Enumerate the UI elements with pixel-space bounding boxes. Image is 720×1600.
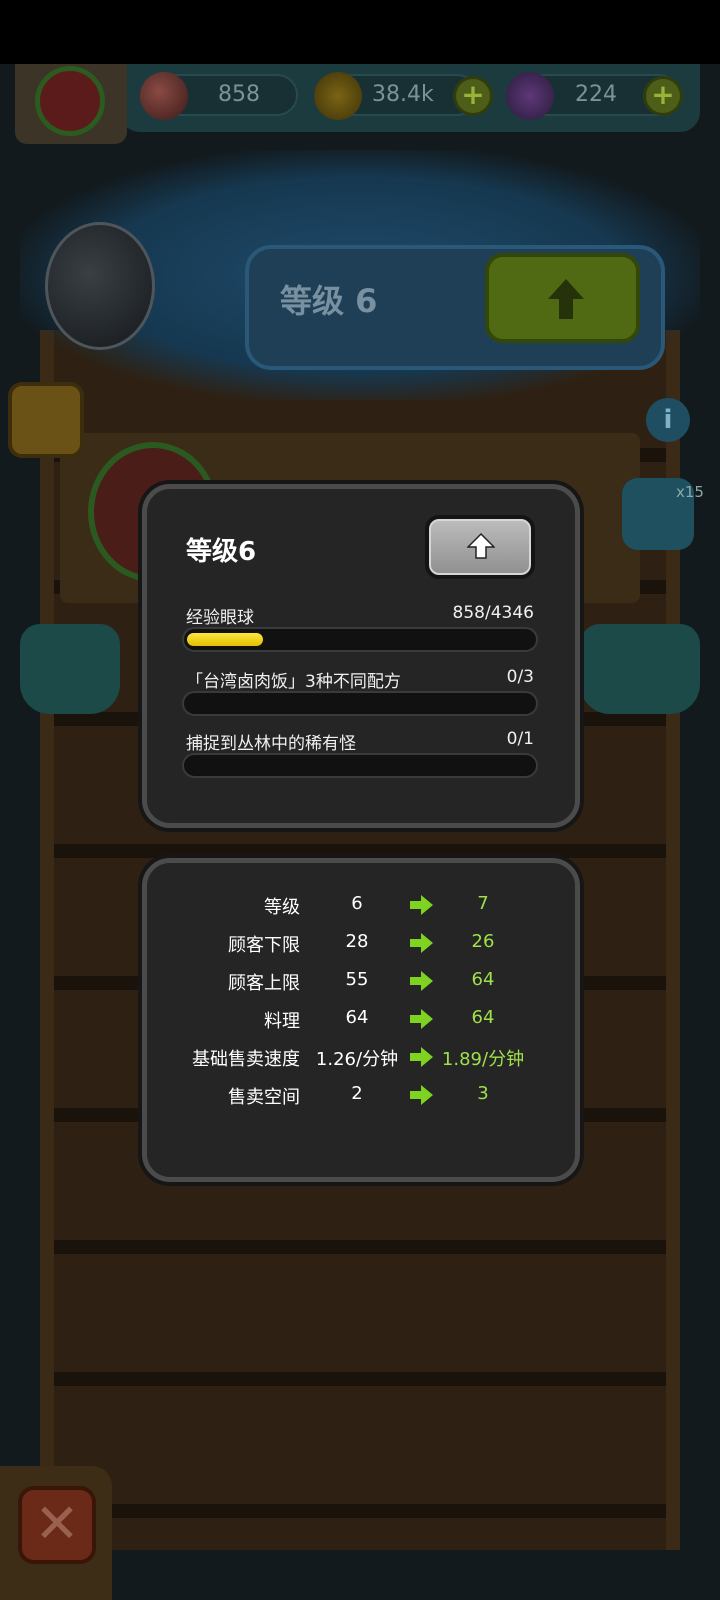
stat-next-value: 7 xyxy=(477,893,489,914)
player-avatar[interactable] xyxy=(15,64,127,144)
shirt-icon[interactable] xyxy=(8,382,84,458)
potion-count: 224 xyxy=(575,82,617,107)
requirement-label-recipes: 「台湾卤肉饭」3种不同配方 xyxy=(186,672,401,692)
stat-name: 料理 xyxy=(264,1011,300,1032)
eyeball-icon xyxy=(140,72,188,120)
upgrade-arrow-icon xyxy=(548,279,584,319)
add-potions-button[interactable]: + xyxy=(643,76,683,116)
close-panel-area: ✕ xyxy=(0,1466,112,1600)
stat-next-value: 26 xyxy=(471,931,495,952)
stat-next-value: 1.89/分钟 xyxy=(441,1049,525,1070)
upgrade-button[interactable] xyxy=(425,515,535,579)
requirement-label-rare-monster: 捕捉到丛林中的稀有怪 xyxy=(186,734,356,754)
stat-next-value: 3 xyxy=(477,1083,489,1104)
potion-multiplier: x15 xyxy=(676,483,704,501)
progress-bar-rare-monster xyxy=(182,753,538,778)
upgrade-arrow-icon xyxy=(467,532,495,559)
close-icon[interactable]: ✕ xyxy=(18,1486,96,1564)
stat-current-value: 2 xyxy=(351,1083,363,1104)
coin-icon xyxy=(314,72,362,120)
status-bar xyxy=(0,0,720,64)
stat-current-value: 55 xyxy=(345,969,369,990)
progress-bar-eyeballs xyxy=(182,627,538,652)
info-icon[interactable]: i xyxy=(646,398,690,442)
panel-title: 等级6 xyxy=(186,537,257,567)
stat-next-value: 64 xyxy=(471,1007,495,1028)
curtain-left xyxy=(20,624,120,714)
coin-count: 38.4k xyxy=(372,82,434,107)
level-banner-label: 等级 6 xyxy=(280,282,378,320)
potion-icon xyxy=(506,72,554,120)
banner-upgrade-button[interactable] xyxy=(485,253,640,343)
stat-name: 顾客下限 xyxy=(228,935,300,956)
eyeball-count: 858 xyxy=(218,82,260,107)
requirement-label-eyeballs: 经验眼球 xyxy=(186,608,254,628)
player-badge-icon xyxy=(35,66,105,136)
stat-name: 售卖空间 xyxy=(228,1087,300,1108)
curtain-right xyxy=(580,624,700,714)
stat-name: 基础售卖速度 xyxy=(192,1049,300,1070)
stat-current-value: 1.26/分钟 xyxy=(315,1049,399,1070)
stat-current-value: 64 xyxy=(345,1007,369,1028)
stat-next-value: 64 xyxy=(471,969,495,990)
add-coins-button[interactable]: + xyxy=(453,76,493,116)
stat-name: 顾客上限 xyxy=(228,973,300,994)
stat-current-value: 6 xyxy=(351,893,363,914)
stat-current-value: 28 xyxy=(345,931,369,952)
requirement-count-rare-monster: 0/1 xyxy=(506,729,534,749)
stat-name: 等级 xyxy=(264,897,300,918)
progress-bar-recipes xyxy=(182,691,538,716)
requirement-count-eyeballs: 858/4346 xyxy=(452,603,534,623)
progress-fill xyxy=(187,633,263,646)
requirement-count-recipes: 0/3 xyxy=(506,667,534,687)
crystal-ball-icon xyxy=(45,222,155,350)
